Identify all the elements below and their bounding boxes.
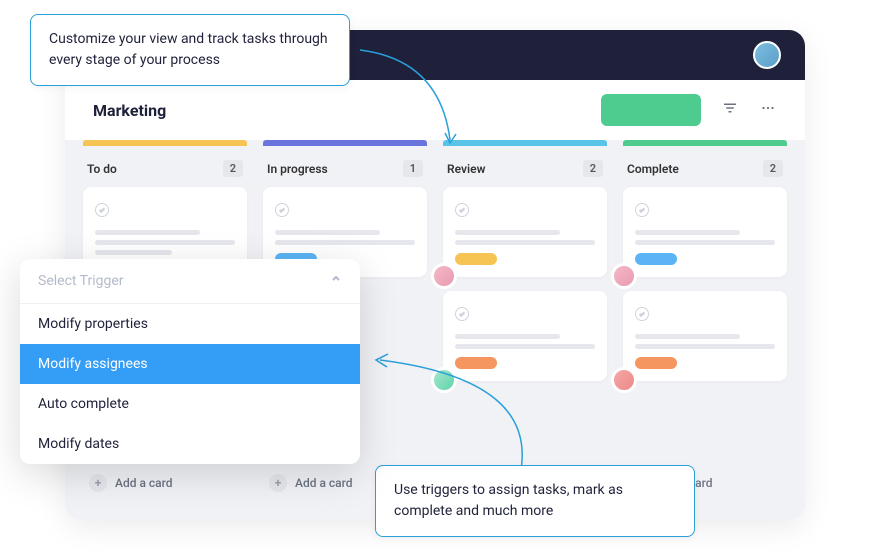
column-color-bar xyxy=(263,140,427,146)
column-title: Review xyxy=(447,162,485,176)
task-card[interactable] xyxy=(443,187,607,277)
column-title: In progress xyxy=(267,162,328,176)
callout-triggers: Use triggers to assign tasks, mark as co… xyxy=(375,465,695,537)
column-header: Review 2 xyxy=(443,150,607,187)
assignee-avatar xyxy=(431,367,457,393)
assignee-avatar xyxy=(611,263,637,289)
column-color-bar xyxy=(83,140,247,146)
column-count: 2 xyxy=(583,160,603,177)
user-avatar[interactable] xyxy=(753,41,781,69)
filter-icon[interactable] xyxy=(721,99,739,121)
more-icon[interactable] xyxy=(759,99,777,121)
header-actions xyxy=(601,94,777,126)
plus-icon: + xyxy=(89,474,107,492)
column-color-bar xyxy=(443,140,607,146)
column-count: 2 xyxy=(763,160,783,177)
trigger-dropdown: Select Trigger Modify properties Modify … xyxy=(20,259,360,464)
column-count: 2 xyxy=(223,160,243,177)
checkmark-icon xyxy=(275,203,289,217)
checkmark-icon xyxy=(455,203,469,217)
assignee-avatar xyxy=(611,367,637,393)
dropdown-label: Select Trigger xyxy=(38,273,124,289)
primary-action-button[interactable] xyxy=(601,94,701,126)
dropdown-header[interactable]: Select Trigger xyxy=(20,259,360,304)
add-card-label: Add a card xyxy=(295,476,353,490)
column-title: Complete xyxy=(627,162,679,176)
column-color-bar xyxy=(623,140,787,146)
plus-icon: + xyxy=(269,474,287,492)
dropdown-item-modify-properties[interactable]: Modify properties xyxy=(20,304,360,344)
column-header: In progress 1 xyxy=(263,150,427,187)
assignee-avatar xyxy=(431,263,457,289)
add-card-label: Add a card xyxy=(115,476,173,490)
column-header: Complete 2 xyxy=(623,150,787,187)
task-card[interactable] xyxy=(623,291,787,381)
board-title: Marketing xyxy=(93,101,166,120)
task-card[interactable] xyxy=(623,187,787,277)
checkmark-icon xyxy=(635,203,649,217)
board-header: Marketing xyxy=(65,80,805,140)
chevron-up-icon xyxy=(330,273,342,289)
dropdown-item-modify-dates[interactable]: Modify dates xyxy=(20,424,360,464)
column-review: Review 2 + Add a card xyxy=(443,140,607,502)
checkmark-icon xyxy=(635,307,649,321)
column-header: To do 2 xyxy=(83,150,247,187)
callout-customize: Customize your view and track tasks thro… xyxy=(30,14,350,86)
dropdown-item-modify-assignees[interactable]: Modify assignees xyxy=(20,344,360,384)
checkmark-icon xyxy=(95,203,109,217)
column-complete: Complete 2 + Add a card xyxy=(623,140,787,502)
dropdown-item-auto-complete[interactable]: Auto complete xyxy=(20,384,360,424)
add-card-button[interactable]: + Add a card xyxy=(83,464,247,502)
column-title: To do xyxy=(87,162,117,176)
task-card[interactable] xyxy=(443,291,607,381)
checkmark-icon xyxy=(455,307,469,321)
column-count: 1 xyxy=(403,160,423,177)
